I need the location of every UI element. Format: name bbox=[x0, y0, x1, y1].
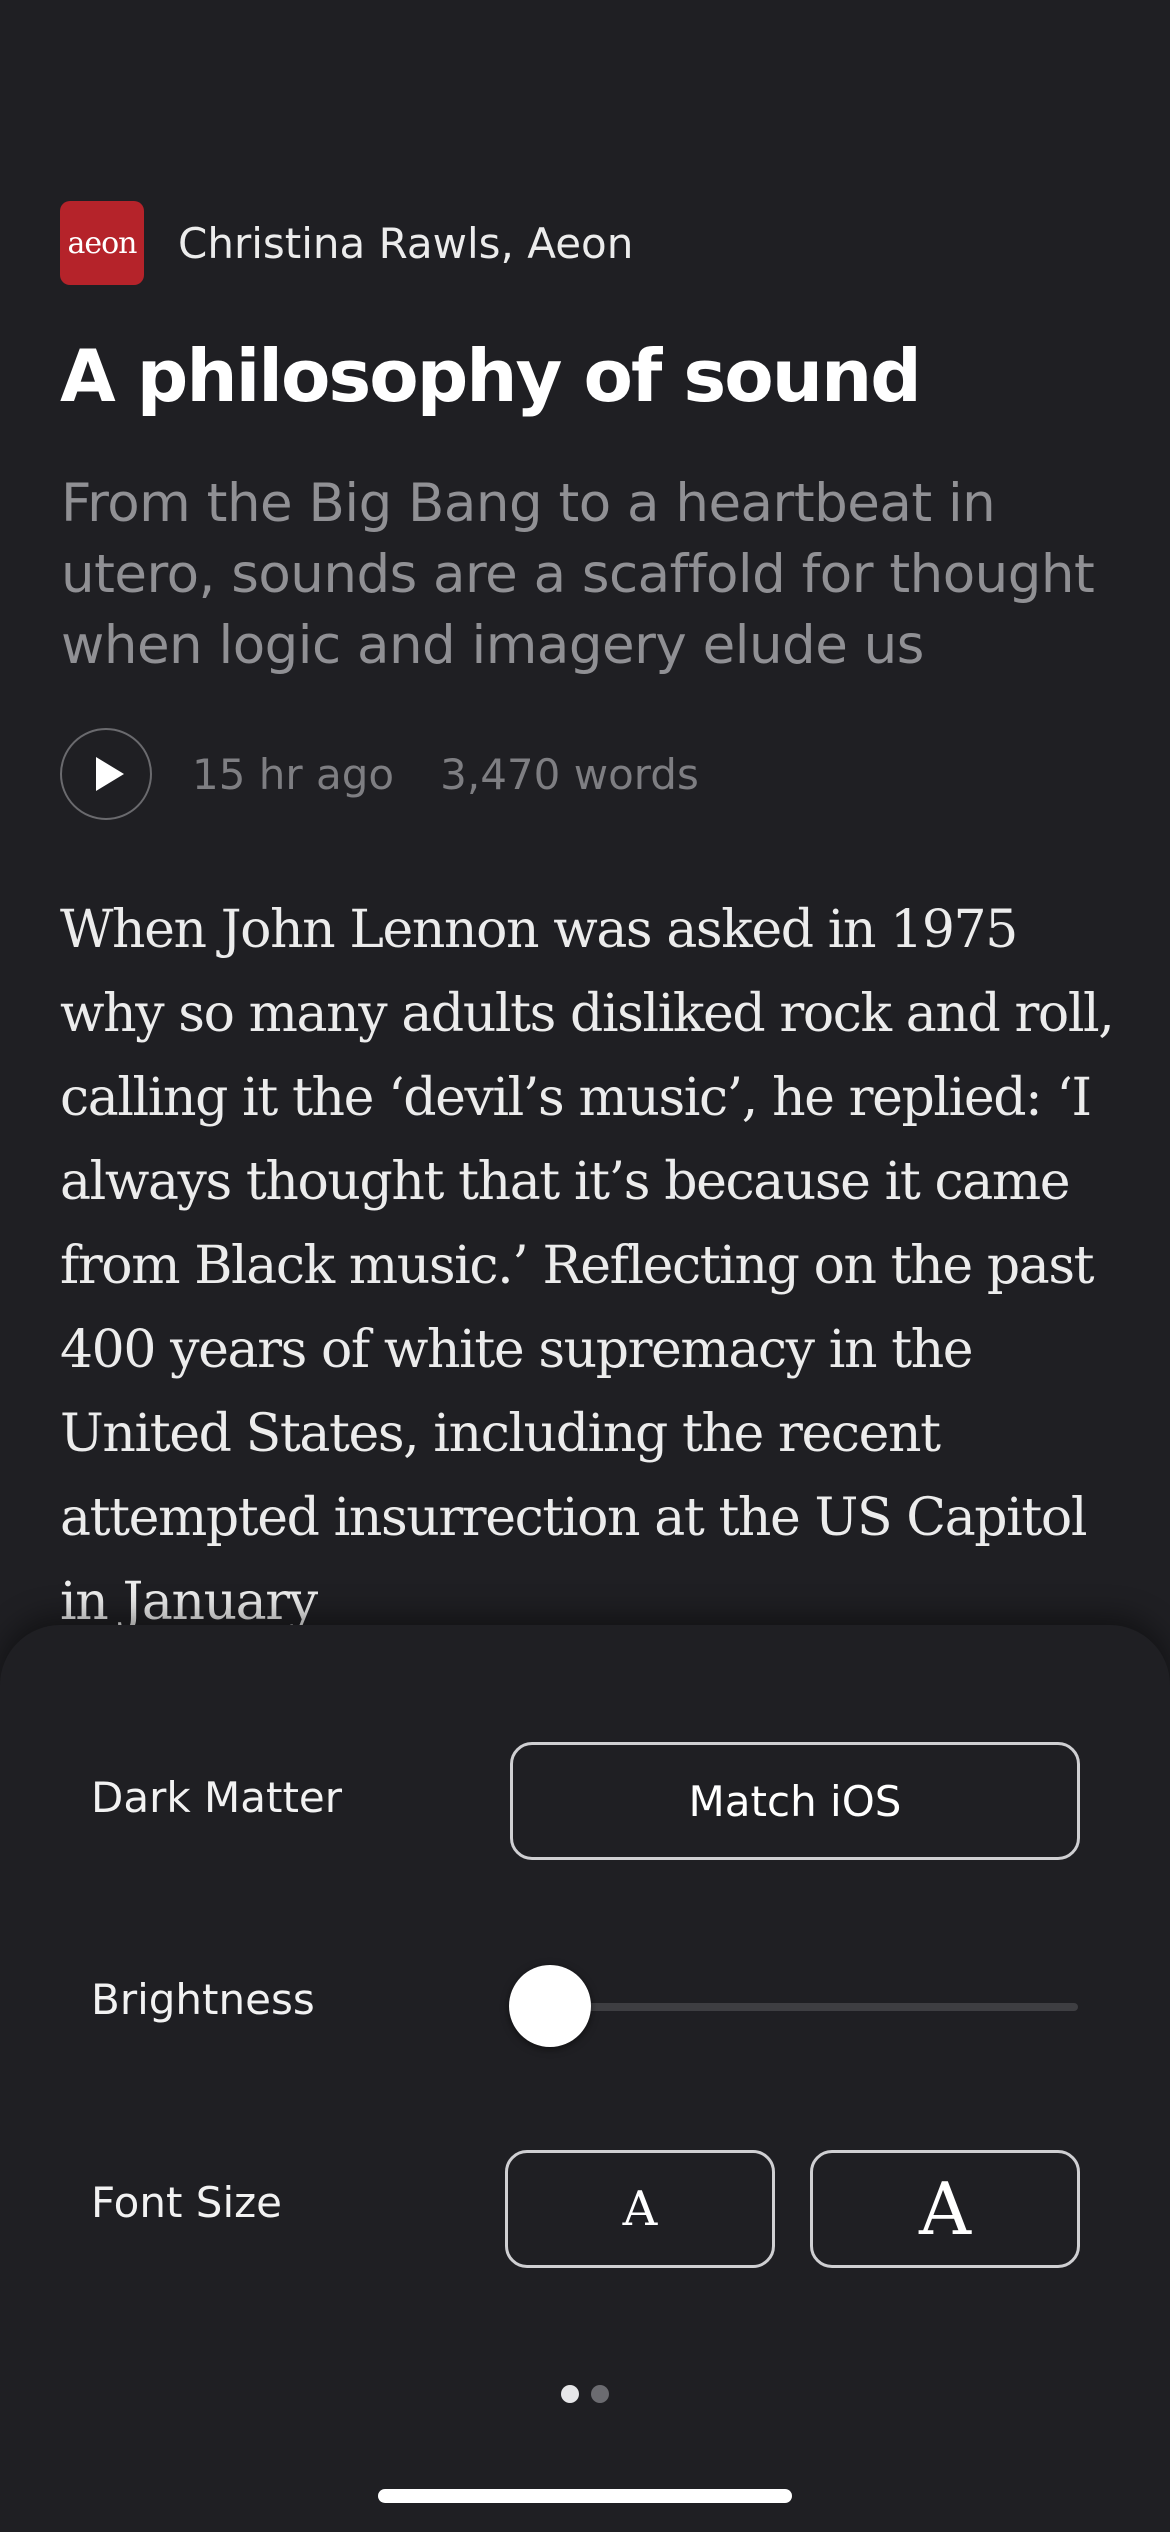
brightness-slider-thumb[interactable] bbox=[509, 1965, 591, 2047]
article-dek: From the Big Bang to a heartbeat in uter… bbox=[61, 473, 1095, 676]
published-time: 15 hr ago bbox=[192, 749, 395, 799]
match-ios-button[interactable]: Match iOS bbox=[510, 1742, 1080, 1860]
page-indicator[interactable] bbox=[0, 2385, 1170, 2403]
home-indicator[interactable] bbox=[378, 2489, 792, 2503]
increase-font-button[interactable]: A bbox=[810, 2150, 1080, 2268]
article-view: aeon Christina Rawls, Aeon A philosophy … bbox=[0, 0, 1170, 1625]
brightness-slider-track[interactable] bbox=[550, 2003, 1078, 2011]
article-body: When John Lennon was asked in 1975 why s… bbox=[60, 900, 1115, 1625]
source-row[interactable]: aeon Christina Rawls, Aeon bbox=[60, 200, 633, 286]
decrease-font-button[interactable]: A bbox=[505, 2150, 775, 2268]
article-meta: 15 hr ago 3,470 words bbox=[60, 726, 699, 822]
page-dot-2[interactable] bbox=[591, 2385, 609, 2403]
play-audio-button[interactable] bbox=[60, 728, 152, 820]
article-headline: A philosophy of sound bbox=[60, 334, 922, 418]
page-dot-1[interactable] bbox=[561, 2385, 579, 2403]
font-size-label: Font Size bbox=[91, 2178, 283, 2227]
aeon-logo: aeon bbox=[60, 201, 144, 285]
reader-settings-sheet: Dark Matter Match iOS Brightness Font Si… bbox=[0, 1625, 1170, 2532]
theme-label: Dark Matter bbox=[91, 1773, 343, 1822]
source-name: Christina Rawls, Aeon bbox=[178, 218, 634, 268]
play-icon bbox=[95, 757, 124, 791]
brightness-label: Brightness bbox=[91, 1975, 315, 2024]
word-count: 3,470 words bbox=[440, 749, 699, 799]
